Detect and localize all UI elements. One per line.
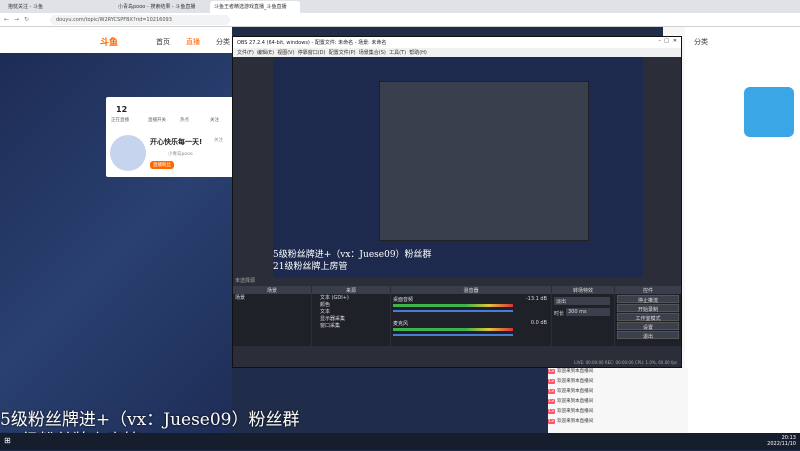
source-item[interactable]: 颜色 bbox=[312, 301, 390, 308]
audio-mixer: 桌面音频 -13.1 dB 麦克风 0.0 dB bbox=[391, 294, 551, 346]
obs-title: OBS 27.2.4 (64-bit, windows) - 配置文件: 未命名… bbox=[237, 40, 387, 46]
duration-label: 时长 bbox=[554, 311, 565, 317]
volume-slider[interactable] bbox=[393, 334, 513, 336]
obs-preview[interactable]: 5级粉丝牌进+（vx：Juese09）粉丝群 21级粉丝牌上房管 bbox=[273, 57, 643, 279]
fan-badge: Lv bbox=[548, 379, 556, 384]
transition-type-select[interactable]: 淡出 bbox=[554, 297, 610, 305]
douyu-logo[interactable]: 斗鱼 bbox=[100, 35, 118, 48]
source-item[interactable]: 窗口采集 bbox=[312, 322, 390, 329]
mixer-channel-name: 麦克风 bbox=[393, 321, 409, 327]
close-icon[interactable]: ✕ bbox=[673, 38, 677, 44]
fan-badge: Lv bbox=[548, 409, 556, 414]
preview-overlay-text-2: 21级粉丝牌上房管 bbox=[273, 262, 348, 272]
obs-menu-bar: 文件(F) 编辑(E) 视图(V) 停靠窗口(D) 配置文件(P) 场景集合(S… bbox=[233, 48, 681, 57]
start-recording-button[interactable]: 开始录制 bbox=[617, 304, 679, 313]
taskbar-clock[interactable]: 20:13 2022/11/10 bbox=[767, 435, 796, 447]
no-source-label: 未选择源 bbox=[235, 278, 256, 284]
hot-label[interactable]: 热点 bbox=[180, 117, 189, 123]
reload-icon[interactable]: ↻ bbox=[24, 16, 29, 23]
transitions-panel: 淡出 时长 300 ms bbox=[552, 294, 614, 346]
right-nav-category[interactable]: 分类 bbox=[694, 37, 708, 47]
nav-home[interactable]: 首页 bbox=[156, 37, 170, 47]
sources-list: 文本 (GDI+) 颜色 文本 显示器采集 窗口采集 bbox=[312, 294, 390, 346]
transitions-dock-header: 转场特效 bbox=[552, 286, 614, 294]
chat-line: Lv 欢迎来到本直播间 bbox=[548, 379, 594, 384]
forward-icon[interactable]: → bbox=[14, 16, 19, 23]
streamer-title[interactable]: 开心快乐每一天! bbox=[150, 137, 202, 147]
mixer-channel-db: -13.1 dB bbox=[525, 296, 547, 302]
taskbar-date: 2022/11/10 bbox=[767, 441, 796, 447]
nav-live[interactable]: 直播 bbox=[186, 37, 200, 47]
menu-file[interactable]: 文件(F) bbox=[237, 50, 254, 56]
controls-dock-header: 控件 bbox=[615, 286, 681, 294]
chat-line: Lv 欢迎来到本直播间 bbox=[548, 399, 594, 404]
settings-button[interactable]: 设置 bbox=[617, 322, 679, 331]
scene-item[interactable]: 场景 bbox=[233, 294, 311, 301]
chat-line: Lv 欢迎来到本直播间 bbox=[548, 409, 594, 414]
browser-tab-bar: 抱枕关注 - 斗鱼 小青岛pooo - 搜索结果 - 斗鱼直播 斗鱼王者精选游戏… bbox=[0, 0, 800, 13]
browser-tab-active[interactable]: 斗鱼王者精选游戏直播_斗鱼直播 bbox=[210, 1, 300, 13]
back-icon[interactable]: ← bbox=[4, 16, 9, 23]
mixer-channel-db: 0.0 dB bbox=[530, 320, 547, 326]
site-header: 斗鱼 首页 直播 分类 bbox=[0, 27, 232, 53]
menu-view[interactable]: 视图(V) bbox=[277, 50, 294, 56]
browser-tab[interactable]: 小青岛pooo - 搜索结果 - 斗鱼直播 bbox=[114, 1, 204, 13]
url-input[interactable]: douyu.com/topic/W2RYCSPFBX?rid=10216093 bbox=[50, 15, 230, 25]
nav-category[interactable]: 分类 bbox=[216, 37, 230, 47]
task-banner[interactable] bbox=[744, 87, 794, 137]
nested-obs-capture bbox=[379, 81, 589, 241]
scenes-dock-header: 场景 bbox=[233, 286, 311, 294]
sources-dock-header: 来源 bbox=[312, 286, 390, 294]
menu-edit[interactable]: 编辑(E) bbox=[257, 50, 274, 56]
taskbar: ⊞ 20:13 2022/11/10 bbox=[0, 433, 800, 450]
audio-meter bbox=[393, 304, 513, 307]
chat-line: Lv 欢迎来到本直播间 bbox=[548, 419, 594, 424]
fan-badge: Lv bbox=[548, 399, 556, 404]
stop-streaming-button[interactable]: 停止推流 bbox=[617, 295, 679, 304]
duration-input[interactable]: 300 ms bbox=[566, 308, 610, 316]
menu-tools[interactable]: 工具(T) bbox=[389, 50, 406, 56]
minimize-icon[interactable]: – bbox=[659, 38, 662, 44]
audio-meter bbox=[393, 328, 513, 331]
source-item[interactable]: 文本 (GDI+) bbox=[312, 294, 390, 301]
live-switch-label[interactable]: 直播开关 bbox=[148, 117, 166, 123]
menu-scene-collection[interactable]: 场景集合(S) bbox=[359, 50, 386, 56]
streamer-card: 12 正在直播 直播开关 热点 关注 开心快乐每一天! 小青岛pooo 直播粉丝… bbox=[106, 97, 234, 177]
source-item[interactable]: 文本 bbox=[312, 308, 390, 315]
obs-docks: 未选择源 场景 场景 来源 文本 (GDI+) 颜色 文本 显示器采集 窗口采集… bbox=[233, 277, 681, 367]
fan-badge: Lv bbox=[548, 389, 556, 394]
streamer-name[interactable]: 小青岛pooo bbox=[168, 151, 193, 157]
controls-panel: 停止推流 开始录制 工作室模式 设置 退出 bbox=[615, 294, 681, 346]
mixer-dock-header: 混音器 bbox=[391, 286, 551, 294]
start-icon[interactable]: ⊞ bbox=[4, 436, 11, 445]
menu-docks[interactable]: 停靠窗口(D) bbox=[298, 50, 326, 56]
fan-button[interactable]: 直播粉丝 bbox=[150, 161, 174, 169]
exit-button[interactable]: 退出 bbox=[617, 331, 679, 340]
menu-profile[interactable]: 配置文件(P) bbox=[329, 50, 356, 56]
volume-slider[interactable] bbox=[393, 310, 513, 312]
streamer-avatar[interactable] bbox=[110, 135, 146, 171]
address-bar: ← → ↻ douyu.com/topic/W2RYCSPFBX?rid=102… bbox=[0, 13, 800, 27]
maximize-icon[interactable]: □ bbox=[664, 38, 669, 44]
scenes-list: 场景 bbox=[233, 294, 311, 346]
studio-mode-button[interactable]: 工作室模式 bbox=[617, 313, 679, 322]
obs-title-bar: OBS 27.2.4 (64-bit, windows) - 配置文件: 未命名… bbox=[233, 37, 681, 48]
follow-label[interactable]: 关注 bbox=[210, 117, 219, 123]
chat-line: Lv 欢迎来到本直播间 bbox=[548, 389, 594, 394]
obs-window: OBS 27.2.4 (64-bit, windows) - 配置文件: 未命名… bbox=[232, 36, 682, 368]
chat-list: Lv 欢迎来到本直播间 Lv 欢迎来到本直播间 Lv 欢迎来到本直播间 Lv 欢迎来到本… bbox=[548, 368, 688, 433]
browser-tab[interactable]: 抱枕关注 - 斗鱼 bbox=[4, 1, 74, 13]
menu-help[interactable]: 帮助(H) bbox=[409, 50, 427, 56]
chat-line: Lv 欢迎来到本直播间 bbox=[548, 369, 594, 374]
fan-badge: Lv bbox=[548, 369, 556, 374]
live-count-label: 正在直播 bbox=[111, 118, 129, 123]
live-count: 12 bbox=[116, 105, 128, 114]
obs-status-bar: LIVE: 00:00:00 REC: 00:00:00 CPU: 1.0%, … bbox=[233, 358, 681, 367]
fan-badge: Lv bbox=[548, 419, 556, 424]
follow-button[interactable]: 关注 bbox=[214, 137, 223, 143]
mixer-channel-name: 桌面音频 bbox=[393, 297, 414, 303]
source-item[interactable]: 显示器采集 bbox=[312, 315, 390, 322]
right-page-panel: 分类 bbox=[680, 27, 800, 440]
